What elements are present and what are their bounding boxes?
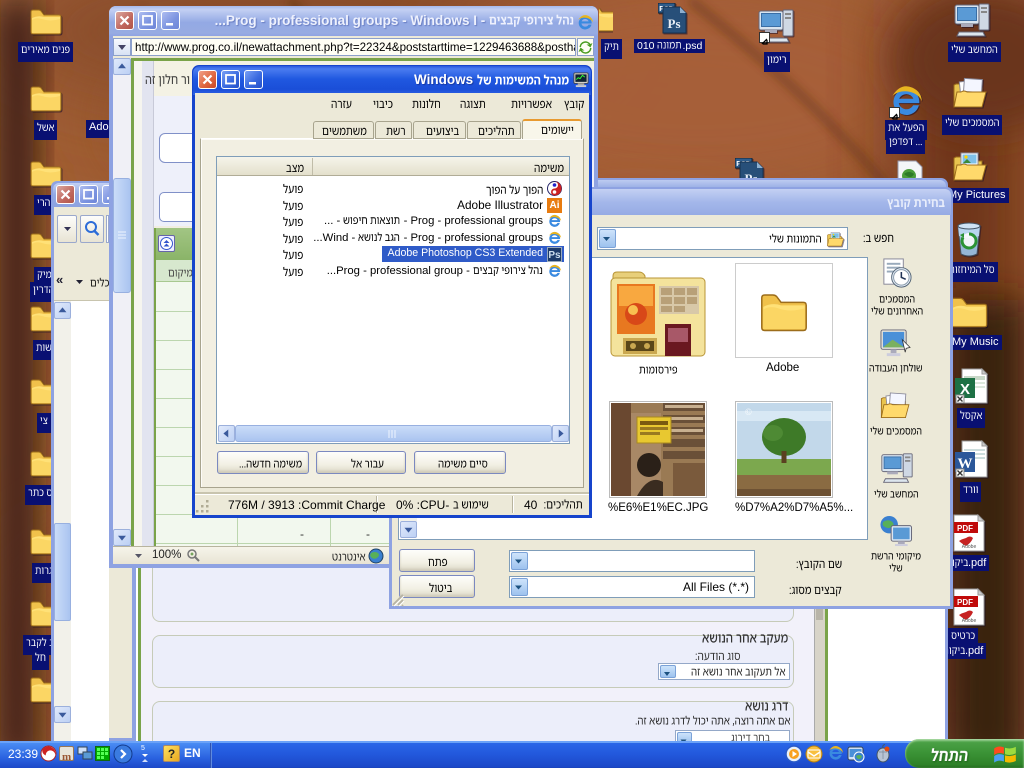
svg-text:©: © xyxy=(745,407,752,417)
svg-text:Ps: Ps xyxy=(668,16,681,31)
svg-text:PDF: PDF xyxy=(957,524,973,533)
svg-text:Adobe: Adobe xyxy=(962,618,977,624)
svg-text:Adobe: Adobe xyxy=(962,544,977,550)
svg-text:5: 5 xyxy=(141,745,145,752)
svg-text:PDF: PDF xyxy=(957,598,973,607)
